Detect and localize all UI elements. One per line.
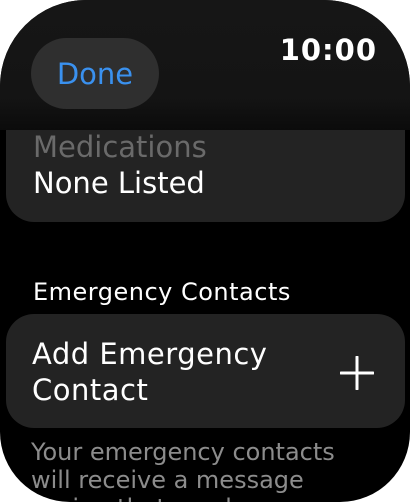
emergency-contacts-header: Emergency Contacts: [33, 278, 291, 306]
medications-label: Medications: [33, 130, 207, 164]
watch-screen: Done 10:00 Medications None Listed Emerg…: [0, 0, 410, 502]
add-emergency-contact-button[interactable]: Add Emergency Contact: [6, 314, 405, 428]
clock-time: 10:00: [279, 33, 377, 67]
plus-icon: [340, 356, 374, 390]
emergency-contacts-footer: Your emergency contacts will receive a m…: [31, 438, 335, 502]
medications-value: None Listed: [33, 166, 205, 200]
add-emergency-contact-label: Add Emergency Contact: [32, 337, 268, 407]
done-button[interactable]: Done: [31, 38, 159, 109]
